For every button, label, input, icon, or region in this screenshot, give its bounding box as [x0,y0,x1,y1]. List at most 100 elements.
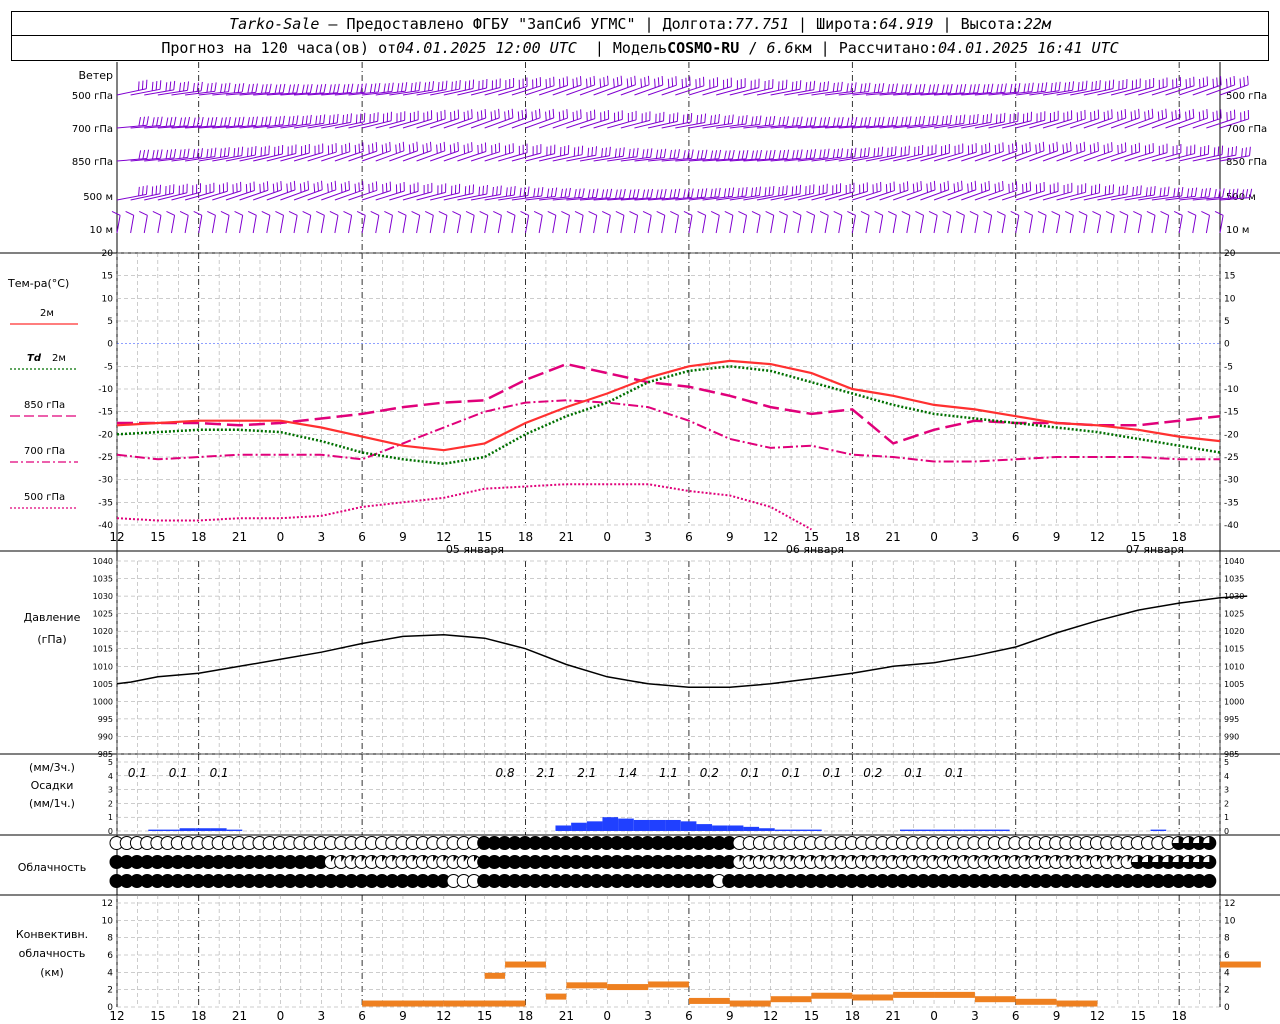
wind-barb-feather [214,116,218,126]
wind-barb-shaft [1015,150,1045,162]
wind-barb-shaft [1110,215,1115,234]
conv-ytick-right: 6 [1224,951,1230,961]
wind-barb-shaft [402,150,432,162]
wind-barb-feather [799,80,802,90]
wind-barb-feather [805,149,809,159]
wind-barb-feather [1015,181,1018,191]
precip-bar [712,825,728,831]
wind-barb-feather [282,115,285,125]
wind-barb-feather [850,148,853,158]
wind-barb-shaft [1165,215,1170,234]
x-tick-label: 9 [399,530,407,544]
wind-barb-feather [233,148,236,158]
wind-barb-shaft [1151,215,1156,234]
conv-bar [852,994,894,1001]
wind-barb-feather [700,149,704,160]
wind-barb-shaft [130,88,161,96]
wind-barb-feather [250,146,253,156]
x-tick-label-bottom: 15 [1131,1009,1146,1023]
wind-barb-shaft [552,117,582,129]
wind-barb-shaft [484,117,514,129]
wind-barb-feather [275,210,284,216]
wind-barb-feather [228,82,231,92]
precip-bar [571,822,587,831]
wind-barb-feather [139,210,148,216]
wind-barb-shaft [1096,215,1102,234]
wind-barb-feather [471,109,473,119]
wind-barb-feather [513,186,516,196]
wind-barb-feather [939,183,942,193]
wind-barb-feather [1153,185,1156,196]
wind-barb-feather [1058,81,1061,91]
wind-barb-feather [377,82,381,93]
wind-barb-feather [1231,146,1234,156]
wind-barb-feather [1130,111,1133,121]
wind-barb-shaft [1151,152,1181,162]
wind-barb-shaft [1097,150,1127,162]
x-tick-label: 3 [644,530,652,544]
wind-barb-feather [142,149,146,159]
wind-barb-feather [710,150,714,160]
conv-bar [1056,1000,1098,1007]
wind-barb-feather [873,148,876,158]
wind-barb-shaft [620,119,650,129]
wind-barb-feather [836,117,840,127]
wind-barb-feather [227,147,230,157]
x-tick-label-bottom: 0 [930,1009,938,1023]
wind-barb-feather [241,146,244,156]
wind-barb-feather [759,149,762,159]
wind-barb-feather [480,110,483,120]
wind-barb-feather [498,108,500,118]
wind-barb-feather [278,116,281,126]
x-tick-label-bottom: 15 [804,1009,819,1023]
wind-barb-feather [531,111,534,121]
wind-barb-feather [255,83,258,93]
wind-barb-feather [956,210,965,216]
wind-barb-feather [1021,144,1024,154]
wind-barb-feather [1239,78,1242,88]
wind-barb-feather [389,141,391,151]
wind-barb-feather [463,111,466,121]
wind-barb-feather [1147,110,1150,120]
wind-barb-shaft [525,153,555,162]
wind-barb-feather [1140,185,1142,195]
conv-bar [729,1000,771,1007]
wind-barb-shaft [852,190,882,201]
wind-barb-shaft [321,189,350,201]
x-tick-label: 18 [845,530,860,544]
wind-barb-feather [329,84,332,94]
wind-barb-feather [731,114,734,124]
wind-barb-feather [307,180,310,190]
conv-ytick: 4 [107,968,113,978]
wind-barb-shaft [906,189,936,201]
wind-barb-feather [731,149,735,159]
pressure-ytick: 1000 [93,697,113,706]
wind-level-label: 500 гПа [72,91,113,102]
wind-barb-feather [918,116,921,126]
wind-barb-shaft [430,192,460,201]
wind-level-label: 700 гПа [72,124,113,135]
wind-barb-feather [436,144,438,154]
wind-barb-feather [1083,141,1086,151]
wind-barb-shaft [1001,215,1006,234]
wind-barb-feather [187,116,191,126]
wind-barb-feather [805,82,808,92]
wind-barb-feather [560,188,563,198]
conv-ytick-right: 2 [1224,986,1230,996]
wind-barb-feather [1243,77,1245,87]
wind-barb-feather [928,84,932,94]
wind-barb-feather [523,187,526,197]
x-tick-label: 6 [358,530,366,544]
wind-barb-shaft [1178,84,1208,96]
wind-barb-shaft [770,88,801,96]
wind-barb-feather [723,150,727,160]
wind-barb-feather [942,210,951,216]
wind-barb-feather [264,116,268,126]
series-pressure [116,595,1248,689]
wind-barb-feather [337,83,340,93]
wind-barb-feather [301,84,305,94]
wind-barb-shaft [225,190,255,201]
wind-barb-feather [1151,108,1154,118]
precip-bar [633,819,650,831]
precip-unit1: (мм/1ч.) [29,797,75,810]
